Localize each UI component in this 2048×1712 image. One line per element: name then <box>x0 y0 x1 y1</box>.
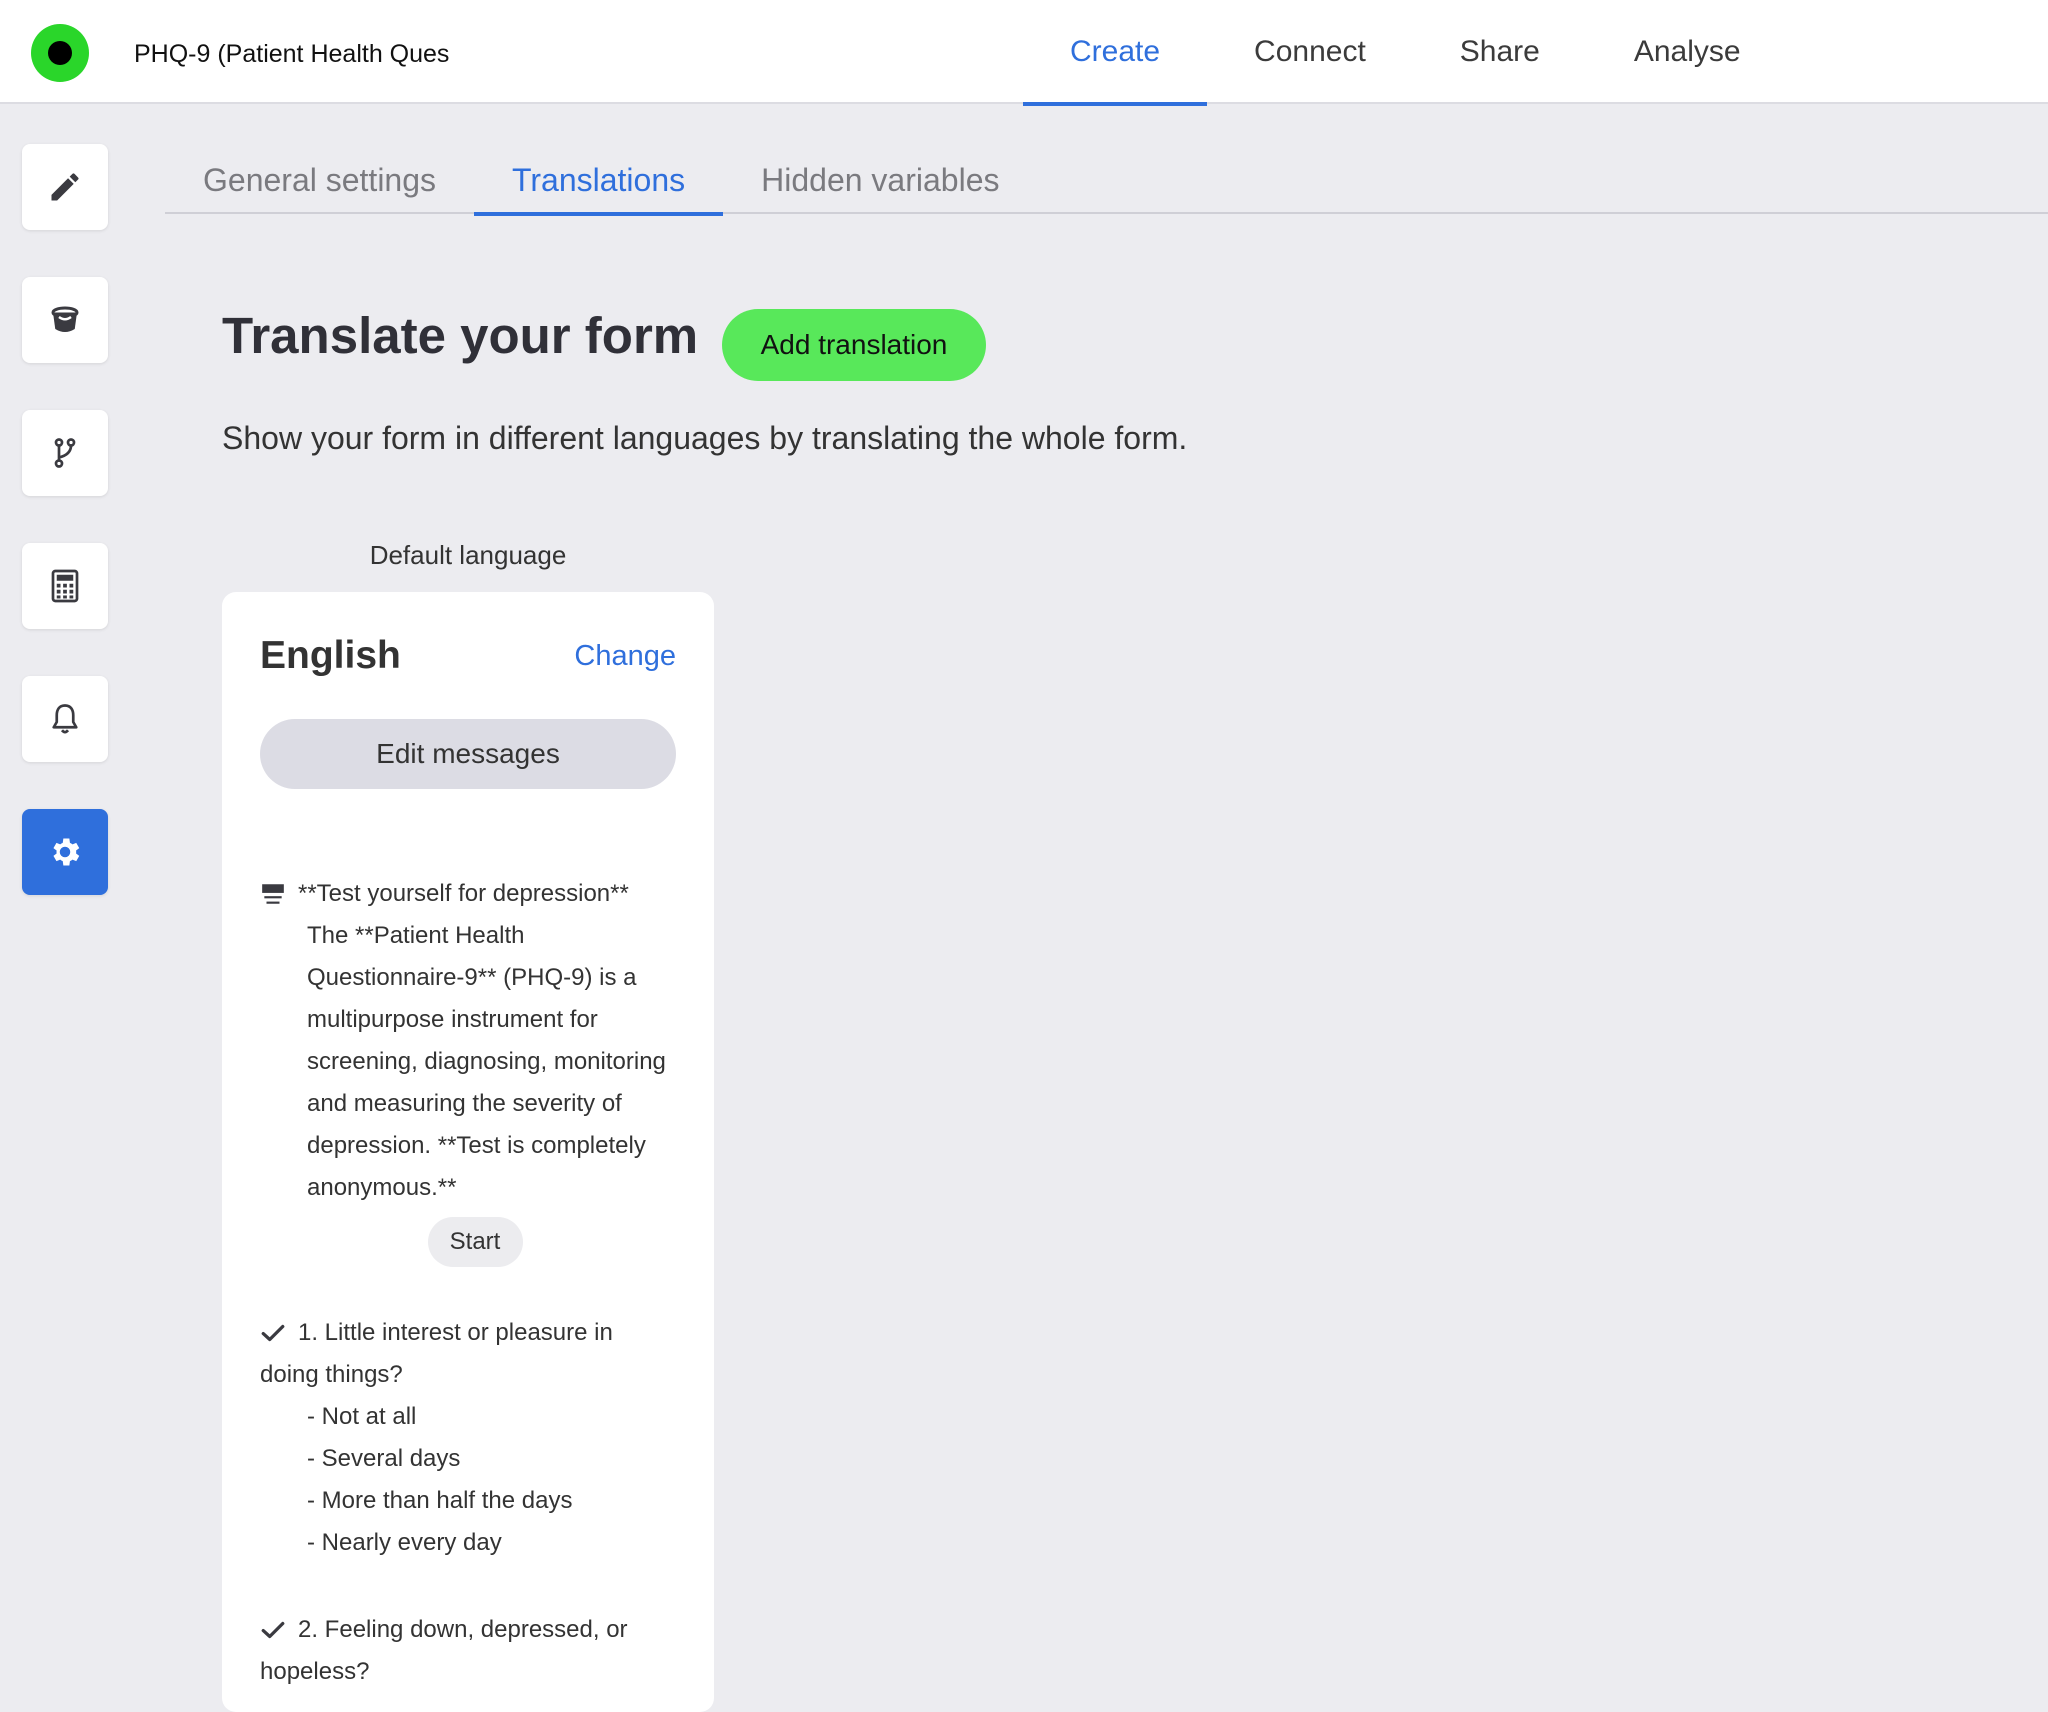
sidebar-item-notifications[interactable] <box>22 676 108 762</box>
logo-icon[interactable] <box>31 24 89 82</box>
answer-option: - Not at all <box>307 1403 417 1430</box>
question-item: 2. Feeling down, depressed, or hopeless? <box>260 1609 690 1693</box>
top-bar: PHQ-9 (Patient Health Ques Create Connec… <box>0 0 2048 106</box>
sidebar-item-calculator[interactable] <box>22 543 108 629</box>
language-name: English <box>260 634 401 677</box>
pencil-icon <box>51 173 79 201</box>
main-nav: Create Connect Share Analyse <box>1023 0 1788 106</box>
nav-create[interactable]: Create <box>1023 0 1208 106</box>
tab-translations[interactable]: Translations <box>474 148 724 216</box>
logic-branch-icon <box>54 438 76 468</box>
welcome-line: screening, diagnosing, monitoring <box>307 1048 666 1075</box>
edit-messages-button[interactable]: Edit messages <box>260 719 676 789</box>
bell-icon <box>52 704 78 734</box>
tab-hidden-variables[interactable]: Hidden variables <box>723 148 1037 214</box>
welcome-screen-icon <box>262 884 284 904</box>
question-text: 2. Feeling down, depressed, or <box>298 1616 628 1643</box>
question-text-continued: doing things? <box>260 1361 403 1388</box>
paint-bucket-icon <box>51 306 79 332</box>
welcome-line: multipurpose instrument for <box>307 1006 598 1033</box>
calculator-icon <box>51 569 79 603</box>
sidebar-item-logic[interactable] <box>22 410 108 496</box>
sidebar-item-content[interactable] <box>22 144 108 230</box>
settings-tabs: General settings Translations Hidden var… <box>165 148 2048 216</box>
nav-connect[interactable]: Connect <box>1207 0 1413 104</box>
question-item: 1. Little interest or pleasure in doing … <box>260 1312 690 1564</box>
checkmark-icon <box>261 1324 285 1342</box>
welcome-line: The **Patient Health <box>307 922 525 949</box>
answer-option: - Nearly every day <box>307 1529 502 1556</box>
welcome-line: and measuring the severity of <box>307 1090 622 1117</box>
sidebar-item-settings[interactable] <box>22 809 108 895</box>
sidebar <box>22 144 108 942</box>
default-language-label: Default language <box>369 540 567 570</box>
question-text: 1. Little interest or pleasure in <box>298 1319 613 1346</box>
question-text-continued: hopeless? <box>260 1658 370 1685</box>
sidebar-item-design[interactable] <box>22 277 108 363</box>
answer-option: - Several days <box>307 1445 461 1472</box>
page-title: Translate your form <box>222 307 699 364</box>
welcome-screen-item: **Test yourself for depression** The **P… <box>260 873 690 1267</box>
welcome-line: depression. **Test is completely <box>307 1132 646 1159</box>
page-subtitle: Show your form in different languages by… <box>222 420 1188 456</box>
tab-general-settings[interactable]: General settings <box>165 148 474 214</box>
change-language-link[interactable]: Change <box>574 640 676 673</box>
add-translation-button[interactable]: Add translation <box>722 309 986 381</box>
nav-share[interactable]: Share <box>1413 0 1587 104</box>
answer-option: - More than half the days <box>307 1487 573 1514</box>
welcome-line: anonymous.** <box>307 1174 457 1201</box>
language-card: English Change Edit messages **Test your… <box>222 592 714 1712</box>
form-title[interactable]: PHQ-9 (Patient Health Ques <box>134 40 456 69</box>
welcome-line: Questionnaire-9** (PHQ-9) is a <box>307 964 637 991</box>
welcome-title: **Test yourself for depression** <box>298 880 629 907</box>
nav-analyse[interactable]: Analyse <box>1587 0 1788 104</box>
gear-icon <box>53 838 80 866</box>
checkmark-icon <box>261 1621 285 1639</box>
start-button: Start <box>427 1217 523 1267</box>
